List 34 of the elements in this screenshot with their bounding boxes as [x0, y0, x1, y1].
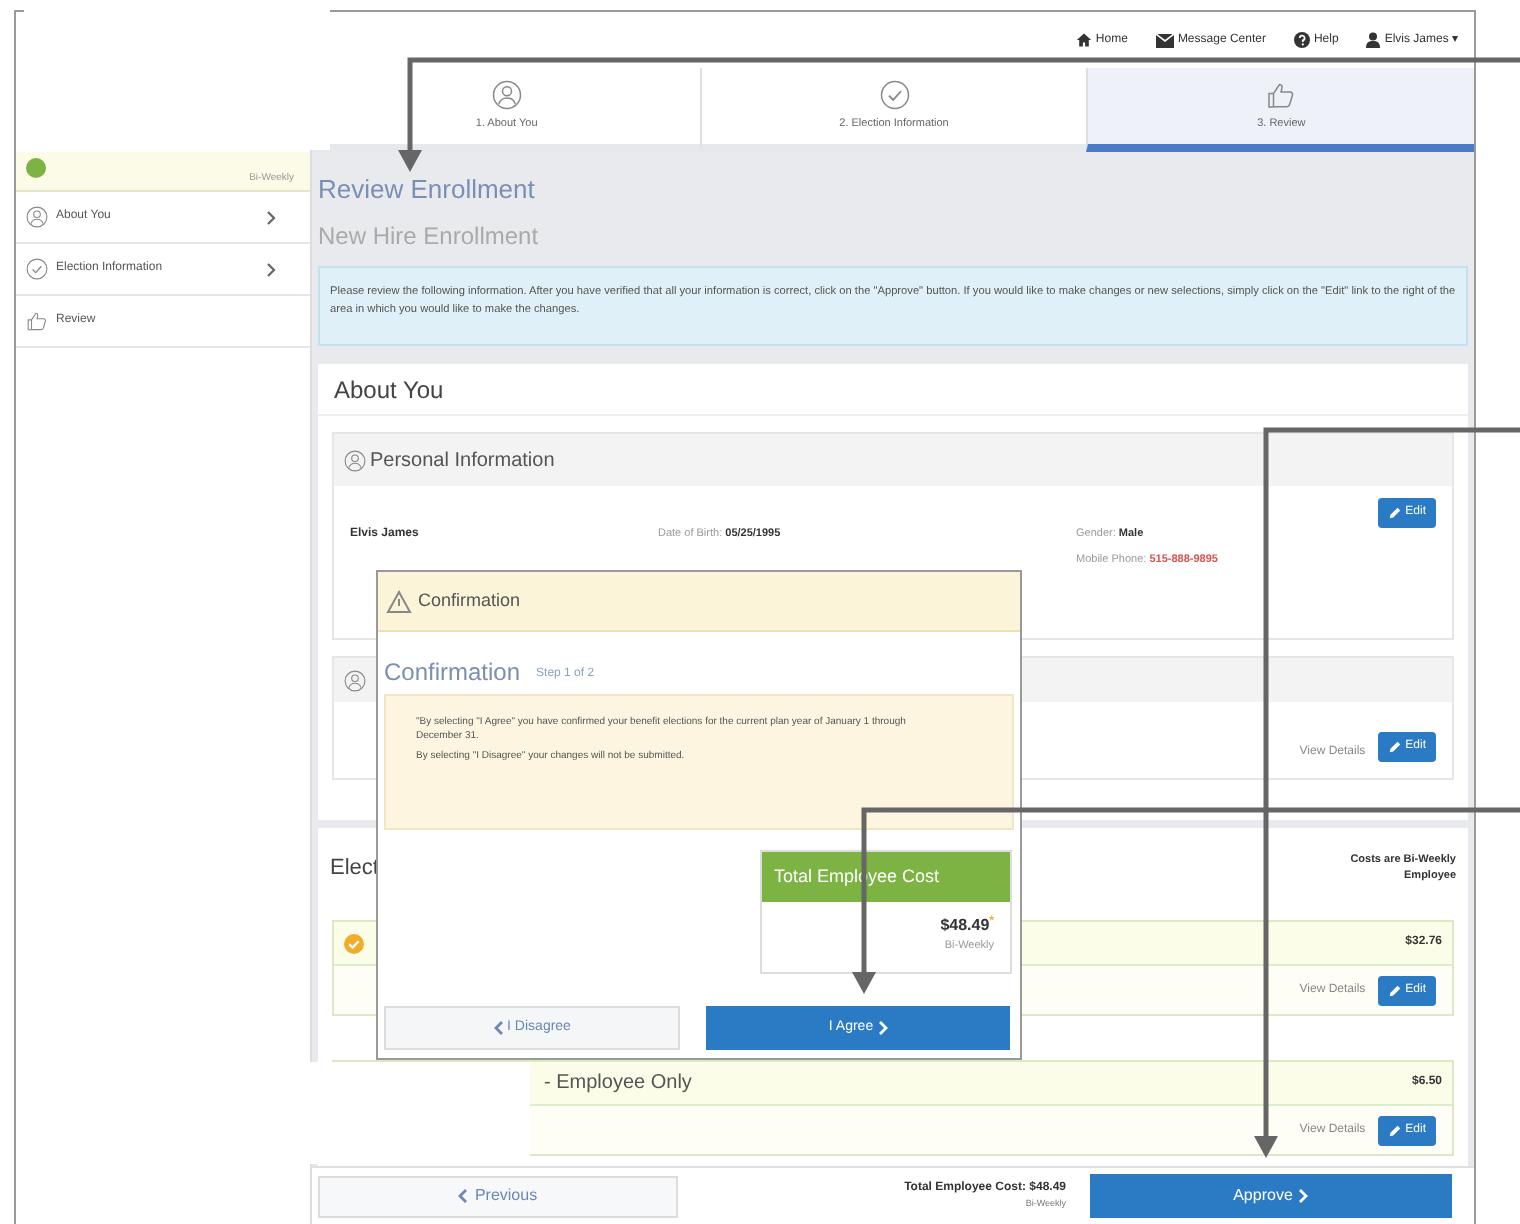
- section-title: About You: [318, 364, 1468, 416]
- section-title: Elect: [330, 853, 379, 884]
- check-circle-icon: [879, 79, 909, 110]
- check-badge-icon: [344, 933, 364, 953]
- chevron-left-icon: [458, 1188, 469, 1204]
- dialog-title: Confirmation: [418, 587, 521, 614]
- total-amount: $48.49$^{*}$: [940, 914, 994, 938]
- page-subtitle: New Hire Enrollment: [318, 224, 541, 250]
- thumbs-up-icon: [1266, 79, 1297, 110]
- home-icon: [1075, 32, 1092, 48]
- person-icon: [344, 669, 366, 691]
- panel-title: Personal Information: [370, 447, 555, 475]
- pencil-icon: [1387, 1123, 1402, 1137]
- dialog-heading: Confirmation: [384, 660, 521, 684]
- total-title: Total Employee Cost: [774, 863, 940, 890]
- chevron-right-icon: [1298, 1188, 1309, 1204]
- help-icon: [1293, 32, 1310, 48]
- chevron-left-icon: [493, 1020, 504, 1036]
- thumbs-up-icon: [26, 310, 48, 332]
- page-title: Review Enrollment: [318, 176, 537, 204]
- pencil-icon: [1387, 506, 1402, 520]
- approve-button[interactable]: Approve: [1090, 1174, 1452, 1218]
- person-icon: [26, 206, 48, 228]
- person-icon: [491, 79, 522, 110]
- pencil-icon: [1387, 740, 1402, 754]
- check-circle-icon: [26, 258, 48, 280]
- pencil-icon: [1387, 983, 1402, 997]
- user-icon: [1366, 32, 1381, 48]
- previous-button[interactable]: Previous: [318, 1175, 678, 1217]
- person-icon: [344, 449, 366, 471]
- chevron-right-icon: [877, 1020, 888, 1036]
- warning-icon: [386, 589, 412, 613]
- envelope-icon: [1155, 33, 1174, 47]
- plan-name: - Employee Only: [542, 1070, 692, 1098]
